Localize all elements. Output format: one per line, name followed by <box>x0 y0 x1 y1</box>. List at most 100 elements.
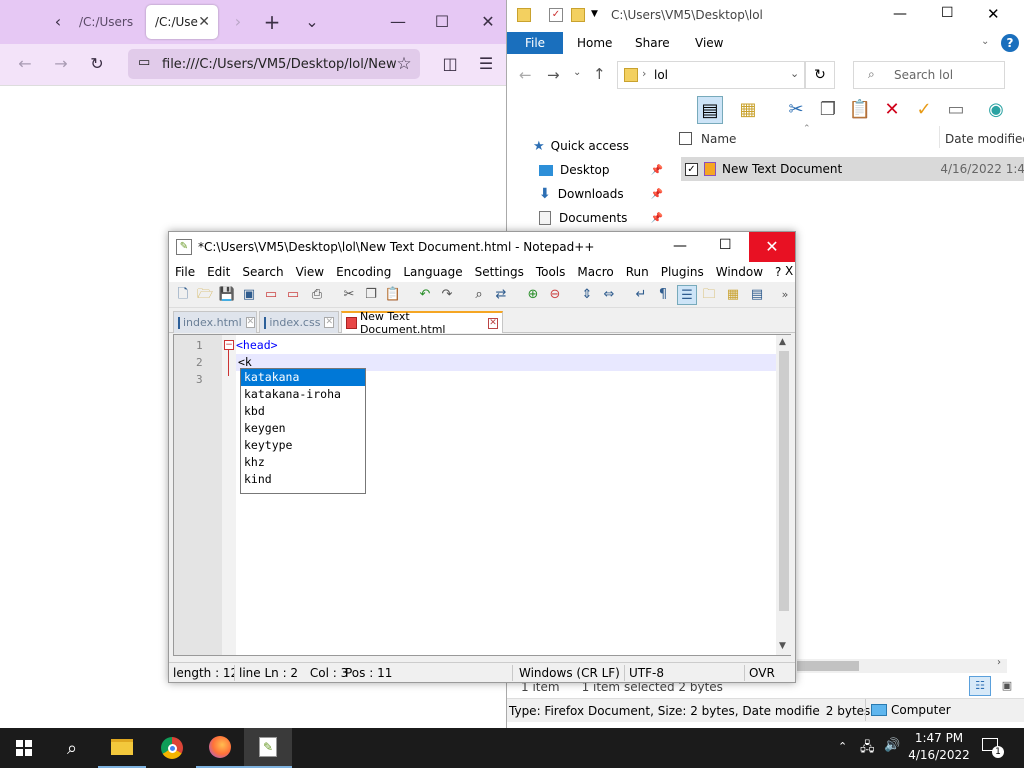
maximize-icon[interactable]: ☐ <box>719 237 732 253</box>
hamburger-menu-icon[interactable]: ☰ <box>476 54 496 74</box>
replace-icon[interactable]: ⇄ <box>491 285 511 305</box>
autocomplete-item[interactable]: kind <box>241 471 365 488</box>
copy-icon[interactable]: ❐ <box>815 96 841 124</box>
address-dropdown-icon[interactable]: ⌄ <box>790 67 799 80</box>
paste-icon[interactable]: 📋 <box>383 285 403 305</box>
cut-scissors-icon[interactable]: ✂ <box>783 96 809 124</box>
folder-as-workspace-icon[interactable]: 🗀 <box>699 285 719 305</box>
nav-item-downloads[interactable]: ⬇ Downloads 📌 <box>539 182 663 206</box>
print-icon[interactable]: ⎙ <box>307 285 327 305</box>
toolbar-overflow-icon[interactable]: » <box>775 285 795 305</box>
close-icon[interactable]: ✕ <box>987 5 1000 23</box>
network-icon[interactable]: 🖧 <box>860 738 875 760</box>
word-wrap-icon[interactable]: ↵ <box>631 285 651 305</box>
delete-x-icon[interactable]: ✕ <box>879 96 905 124</box>
pocket-icon[interactable]: ◫ <box>440 54 460 74</box>
new-folder-icon[interactable] <box>571 8 585 22</box>
menu-view[interactable]: View <box>290 265 330 279</box>
copy-icon[interactable]: ❐ <box>361 285 381 305</box>
shell-icon[interactable]: ◉ <box>983 96 1009 124</box>
minimize-icon[interactable]: — <box>388 12 408 32</box>
autocomplete-item[interactable]: khz <box>241 454 365 471</box>
back-arrow-icon[interactable]: ← <box>519 66 532 84</box>
help-icon[interactable]: ? <box>1001 34 1019 52</box>
ribbon-expand-chevron-icon[interactable]: ⌄ <box>981 36 989 47</box>
layout-icon[interactable]: ▦ <box>735 96 761 124</box>
file-explorer-taskbar-icon[interactable] <box>98 728 146 768</box>
row-checkbox[interactable]: ✓ <box>685 162 698 176</box>
system-clock[interactable]: 1:47 PM 4/16/2022 <box>906 730 972 766</box>
pin-icon[interactable]: 📌 <box>651 189 663 200</box>
tab-scroll-right-icon[interactable]: › <box>228 12 248 32</box>
scrollbar-thumb[interactable] <box>779 351 789 611</box>
close-icon[interactable]: ✕ <box>478 12 498 32</box>
cut-icon[interactable]: ✂ <box>339 285 359 305</box>
document-map-icon[interactable]: ▤ <box>747 285 767 305</box>
status-encoding[interactable]: UTF-8 <box>627 665 745 681</box>
minimize-icon[interactable]: — <box>673 238 687 254</box>
recent-locations-chevron-icon[interactable]: ⌄ <box>573 67 581 78</box>
sync-vertical-icon[interactable]: ⇕ <box>577 285 597 305</box>
large-icons-view-icon[interactable]: ▣ <box>997 676 1017 696</box>
zoom-in-icon[interactable]: ⊕ <box>523 285 543 305</box>
autocomplete-item[interactable]: kbd <box>241 403 365 420</box>
search-icon[interactable]: ⌕ <box>48 728 96 768</box>
autocomplete-item[interactable]: katakana <box>241 369 365 386</box>
show-all-characters-icon[interactable]: ¶ <box>653 285 673 305</box>
page-info-icon[interactable]: ▭ <box>138 55 150 70</box>
menu-edit[interactable]: Edit <box>201 265 236 279</box>
function-list-icon[interactable]: ▦ <box>723 285 743 305</box>
sync-horizontal-icon[interactable]: ⇔ <box>599 285 619 305</box>
autocomplete-item[interactable]: keygen <box>241 420 365 437</box>
maximize-icon[interactable]: ☐ <box>941 5 954 21</box>
new-file-icon[interactable]: 🗋 <box>173 285 193 305</box>
tab-close-icon[interactable]: ✕ <box>324 317 334 328</box>
menu-window[interactable]: Window <box>710 265 769 279</box>
menu-plugins[interactable]: Plugins <box>655 265 710 279</box>
start-windows-icon[interactable] <box>0 728 48 768</box>
horizontal-scrollbar[interactable]: › <box>797 657 1007 673</box>
tab-close-icon[interactable]: ✕ <box>245 317 256 328</box>
notepad-plus-plus-taskbar-icon[interactable]: ✎ <box>244 728 292 768</box>
pin-icon[interactable]: 📌 <box>651 165 663 176</box>
menu-close-document[interactable]: X <box>779 264 799 278</box>
zoom-out-icon[interactable]: ⊖ <box>545 285 565 305</box>
show-hidden-icons-chevron-icon[interactable]: ⌃ <box>838 740 847 753</box>
paste-clipboard-icon[interactable]: 📋 <box>847 96 873 124</box>
menu-search[interactable]: Search <box>236 265 289 279</box>
scroll-down-icon[interactable]: ▼ <box>779 641 786 651</box>
tab-new-text-document[interactable]: New Text Document.html ✕ <box>341 310 503 336</box>
file-row[interactable]: ✓ New Text Document 4/16/2022 1:4 <box>681 157 1024 181</box>
open-file-icon[interactable]: 🗁 <box>195 285 215 305</box>
scroll-up-icon[interactable]: ▲ <box>779 337 786 347</box>
ribbon-tab-view[interactable]: View <box>695 32 723 54</box>
tab-index-css[interactable]: index.css ✕ <box>259 311 339 333</box>
url-bar[interactable]: ▭ file:///C:/Users/VM5/Desktop/lol/New <box>128 49 420 79</box>
status-ovr[interactable]: OVR <box>747 665 793 681</box>
forward-arrow-icon[interactable]: → <box>50 54 72 74</box>
menu-encoding[interactable]: Encoding <box>330 265 397 279</box>
list-tabs-chevron-icon[interactable]: ⌄ <box>302 12 322 32</box>
autocomplete-item[interactable]: katakana-iroha <box>241 386 365 403</box>
tab-index-html[interactable]: index.html ✕ <box>173 311 257 333</box>
firefox-tab-2-active[interactable]: /C:/Use ✕ <box>146 5 218 39</box>
select-all-checkbox[interactable] <box>679 132 692 145</box>
close-icon[interactable]: ✕ <box>749 232 795 262</box>
save-all-icon[interactable]: ▣ <box>239 285 259 305</box>
qat-dropdown-icon[interactable]: ▼ <box>591 9 598 19</box>
ribbon-tab-home[interactable]: Home <box>577 32 612 54</box>
address-bar[interactable]: › lol ⌄ <box>617 61 805 89</box>
notification-center-icon[interactable]: 1 <box>982 738 1004 758</box>
column-header-name[interactable]: Name <box>701 132 736 146</box>
close-file-icon[interactable]: ▭ <box>261 285 281 305</box>
properties-check-icon[interactable]: ✓ <box>549 8 563 22</box>
properties-icon[interactable]: ▭ <box>943 96 969 124</box>
minimize-icon[interactable]: — <box>893 6 907 22</box>
undo-icon[interactable]: ↶ <box>415 285 435 305</box>
firefox-taskbar-icon[interactable] <box>196 728 244 768</box>
new-tab-icon[interactable]: + <box>262 12 282 32</box>
pin-icon[interactable]: 📌 <box>651 213 663 224</box>
tab-close-icon[interactable]: ✕ <box>487 317 498 329</box>
search-box[interactable]: ⌕ Search lol <box>853 61 1005 89</box>
indent-guide-icon[interactable]: ☰ <box>677 285 697 305</box>
